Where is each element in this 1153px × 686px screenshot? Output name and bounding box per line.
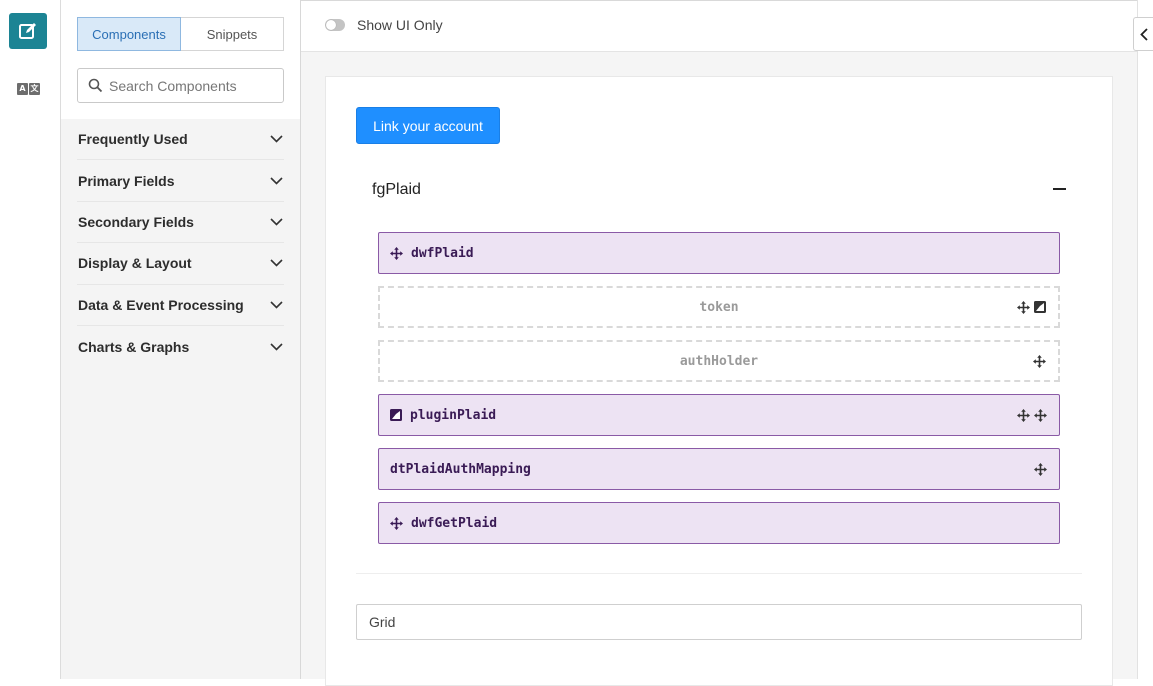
category-label: Display & Layout <box>78 255 192 272</box>
builder-main: Show UI Only Link your account fgPlaid d… <box>301 0 1153 686</box>
category-label: Frequently Used <box>78 131 188 148</box>
grid-component[interactable]: Grid <box>356 604 1082 640</box>
edit-icon[interactable] <box>9 13 47 49</box>
component-name: dtPlaidAuthMapping <box>390 461 531 477</box>
move-icon[interactable] <box>1033 354 1046 368</box>
collapse-panel-button[interactable] <box>1133 17 1153 51</box>
move-icon[interactable] <box>390 516 403 530</box>
chevron-down-icon <box>270 259 283 267</box>
search-icon <box>88 78 103 93</box>
category-charts-graphs[interactable]: Charts & Graphs <box>77 326 284 367</box>
chevron-down-icon <box>270 177 283 185</box>
image-icon[interactable] <box>1034 301 1046 313</box>
chevron-down-icon <box>270 135 283 143</box>
component-row-dwfgetplaid[interactable]: dwfGetPlaid <box>378 502 1060 544</box>
show-ui-only-toggle[interactable] <box>325 19 345 31</box>
chevron-down-icon <box>270 218 283 226</box>
fieldset-body: dwfPlaid token authHolder pluginPlaid dt… <box>356 217 1082 574</box>
tab-snippets[interactable]: Snippets <box>181 17 284 51</box>
component-row-dwfplaid[interactable]: dwfPlaid <box>378 232 1060 274</box>
link-account-button[interactable]: Link your account <box>356 107 500 144</box>
move-icon[interactable] <box>390 246 403 260</box>
component-name: authHolder <box>679 353 759 369</box>
fieldset-title: fgPlaid <box>372 181 421 198</box>
translate-icon[interactable]: A文 <box>17 83 40 95</box>
component-row-pluginplaid[interactable]: pluginPlaid <box>378 394 1060 436</box>
category-data-event-processing[interactable]: Data & Event Processing <box>77 285 284 326</box>
tab-components[interactable]: Components <box>77 17 181 51</box>
category-display-layout[interactable]: Display & Layout <box>77 243 284 285</box>
component-row-dtplaidauthmapping[interactable]: dtPlaidAuthMapping <box>378 448 1060 490</box>
move-icon[interactable] <box>1034 408 1047 422</box>
category-frequently-used[interactable]: Frequently Used <box>77 119 284 161</box>
category-label: Secondary Fields <box>78 213 194 230</box>
right-scroll-bar[interactable] <box>1137 0 1153 679</box>
collapse-minus-icon[interactable] <box>1053 188 1066 190</box>
category-list: Frequently Used Primary Fields Secondary… <box>77 119 284 367</box>
chevron-left-icon <box>1139 27 1148 41</box>
component-name: token <box>699 299 739 315</box>
category-label: Charts & Graphs <box>78 338 190 355</box>
builder-canvas: Link your account fgPlaid dwfPlaid token <box>301 52 1137 686</box>
component-row-token[interactable]: token <box>378 286 1060 328</box>
chevron-down-icon <box>270 301 283 309</box>
icon-rail: A文 <box>0 0 61 679</box>
panel-tabs: Components Snippets <box>77 17 284 51</box>
chevron-down-icon <box>270 343 283 351</box>
component-name: dwfGetPlaid <box>411 515 498 531</box>
component-row-authholder[interactable]: authHolder <box>378 340 1060 382</box>
image-icon[interactable] <box>390 409 402 421</box>
component-name: dwfPlaid <box>411 245 474 261</box>
category-secondary-fields[interactable]: Secondary Fields <box>77 202 284 244</box>
category-label: Primary Fields <box>78 172 175 189</box>
search-input[interactable] <box>109 77 279 94</box>
toggle-label: Show UI Only <box>357 17 443 33</box>
category-label: Data & Event Processing <box>78 296 244 313</box>
search-box[interactable] <box>77 68 284 103</box>
move-icon[interactable] <box>1017 300 1030 314</box>
component-panel: Components Snippets Frequently Used Prim… <box>61 0 301 679</box>
move-icon[interactable] <box>1017 408 1030 422</box>
component-name: pluginPlaid <box>410 407 497 423</box>
form-sheet: Link your account fgPlaid dwfPlaid token <box>325 76 1113 686</box>
move-icon[interactable] <box>1034 462 1047 476</box>
category-primary-fields[interactable]: Primary Fields <box>77 160 284 202</box>
builder-header: Show UI Only <box>301 0 1153 52</box>
